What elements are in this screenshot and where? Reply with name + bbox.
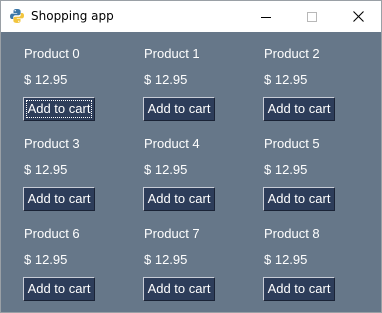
product-grid: Product 0 $ 12.95 Add to cart Product 1 … xyxy=(1,32,381,312)
add-to-cart-button[interactable]: Add to cart xyxy=(143,187,215,211)
product-card: Product 1 $ 12.95 Add to cart xyxy=(143,32,254,122)
minimize-button[interactable] xyxy=(243,1,289,32)
product-card: Product 2 $ 12.95 Add to cart xyxy=(263,32,374,122)
product-price: $ 12.95 xyxy=(144,252,188,267)
product-card: Product 5 $ 12.95 Add to cart xyxy=(263,122,374,212)
maximize-button[interactable] xyxy=(289,1,335,32)
window-title: Shopping app xyxy=(31,9,114,23)
product-price: $ 12.95 xyxy=(144,162,188,177)
product-price: $ 12.95 xyxy=(144,72,188,87)
product-card: Product 8 $ 12.95 Add to cart xyxy=(263,212,374,302)
product-name: Product 0 xyxy=(24,46,80,61)
maximize-icon xyxy=(307,7,317,26)
product-name: Product 7 xyxy=(144,226,200,241)
product-price: $ 12.95 xyxy=(264,162,308,177)
minimize-icon xyxy=(261,7,271,26)
add-to-cart-button[interactable]: Add to cart xyxy=(263,97,335,121)
product-name: Product 4 xyxy=(144,136,200,151)
add-to-cart-button[interactable]: Add to cart xyxy=(23,277,95,301)
add-to-cart-button[interactable]: Add to cart xyxy=(263,277,335,301)
product-card: Product 4 $ 12.95 Add to cart xyxy=(143,122,254,212)
product-price: $ 12.95 xyxy=(264,252,308,267)
add-to-cart-button[interactable]: Add to cart xyxy=(23,97,95,121)
add-to-cart-button[interactable]: Add to cart xyxy=(23,187,95,211)
close-icon xyxy=(352,7,364,26)
add-to-cart-button[interactable]: Add to cart xyxy=(263,187,335,211)
product-name: Product 1 xyxy=(144,46,200,61)
title-bar[interactable]: Shopping app xyxy=(1,1,381,32)
app-window: Shopping app Product 0 $ 12.95 Add to ca… xyxy=(0,0,382,313)
product-name: Product 5 xyxy=(264,136,320,151)
product-name: Product 8 xyxy=(264,226,320,241)
product-price: $ 12.95 xyxy=(24,162,68,177)
product-price: $ 12.95 xyxy=(24,252,68,267)
close-button[interactable] xyxy=(335,1,381,32)
product-price: $ 12.95 xyxy=(24,72,68,87)
product-name: Product 2 xyxy=(264,46,320,61)
product-price: $ 12.95 xyxy=(264,72,308,87)
product-card: Product 0 $ 12.95 Add to cart xyxy=(23,32,134,122)
product-name: Product 6 xyxy=(24,226,80,241)
product-card: Product 7 $ 12.95 Add to cart xyxy=(143,212,254,302)
add-to-cart-button[interactable]: Add to cart xyxy=(143,277,215,301)
add-to-cart-button[interactable]: Add to cart xyxy=(143,97,215,121)
product-name: Product 3 xyxy=(24,136,80,151)
product-card: Product 6 $ 12.95 Add to cart xyxy=(23,212,134,302)
python-icon xyxy=(9,8,25,24)
product-card: Product 3 $ 12.95 Add to cart xyxy=(23,122,134,212)
